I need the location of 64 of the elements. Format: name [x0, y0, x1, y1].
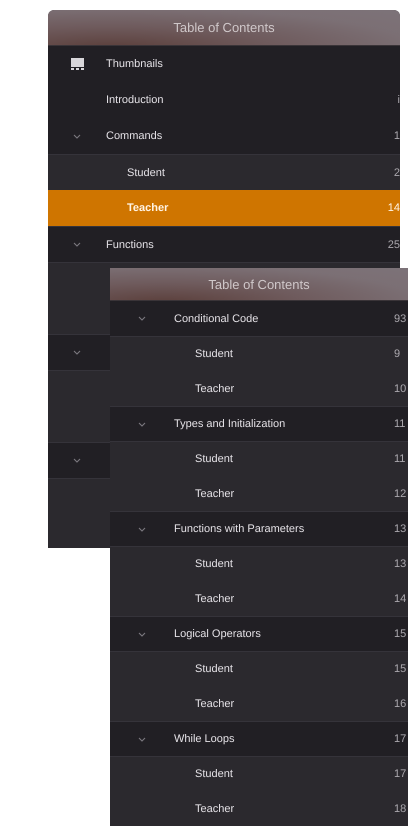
toc-title: Student	[194, 768, 234, 780]
toc-title: Teacher	[194, 802, 236, 814]
toc-title: Functions	[106, 238, 155, 250]
toc-title: Student	[126, 166, 166, 178]
page-number: 2	[392, 166, 400, 178]
page-number: 17	[394, 733, 408, 745]
page-number: 17	[394, 768, 408, 780]
page-number: 15	[394, 628, 408, 640]
page-number: 1	[392, 130, 400, 142]
page-number: 14	[394, 592, 408, 604]
toc-title: Student	[194, 348, 234, 360]
toc-title: Teacher	[194, 382, 236, 394]
chevron-icon[interactable]	[73, 242, 81, 247]
toc-title: Logical Operators	[174, 628, 262, 640]
toc-title: Commands	[106, 130, 164, 142]
toc-title: Teacher	[126, 202, 170, 214]
panel-title: Table of Contents	[208, 276, 310, 292]
toc-title: Student	[194, 663, 234, 675]
page-number: 12	[394, 488, 408, 500]
page-number: 15	[394, 663, 408, 675]
toc-title: Student	[194, 558, 234, 570]
page-number: 11	[394, 453, 406, 465]
toc-title: Thumbnails	[106, 58, 164, 70]
chevron-icon[interactable]	[73, 350, 81, 355]
toc-title: Student	[194, 453, 234, 465]
toc-title: Teacher	[194, 592, 236, 604]
toc-row[interactable]: Student 9	[110, 336, 408, 371]
toc-row[interactable]: Teacher 16	[110, 686, 408, 721]
toc-row[interactable]: Teacher 10	[110, 371, 408, 406]
page-number: 13	[394, 523, 408, 535]
page-number: 18	[394, 802, 408, 814]
toc-title: Conditional Code	[174, 312, 260, 324]
toc-title: Types and Initialization	[174, 418, 286, 430]
toc-title: Teacher	[194, 698, 236, 710]
chevron-icon[interactable]	[138, 632, 146, 636]
toc-title: Introduction	[106, 94, 164, 106]
chevron-icon[interactable]	[138, 526, 146, 532]
toc-row[interactable]: Student 11	[110, 441, 408, 476]
chevron-icon[interactable]	[138, 736, 146, 742]
page-number: 93	[394, 312, 408, 324]
toc-title: Teacher	[194, 488, 236, 500]
toc-title: While Loops	[174, 733, 236, 745]
page-number: 16	[394, 698, 408, 710]
page-number: i	[396, 94, 400, 106]
toc-row[interactable]: Teacher 18	[110, 791, 408, 826]
page-number: 11	[394, 418, 406, 430]
thumbnails-icon	[70, 58, 84, 70]
toc-row[interactable]: Teacher 12	[110, 476, 408, 511]
toc-row[interactable]: Student 2	[48, 154, 400, 190]
page-number: 9	[394, 348, 402, 360]
panel-title: Table of Contents	[173, 20, 275, 35]
toc-row[interactable]: Student 15	[110, 651, 408, 686]
chevron-icon[interactable]	[73, 134, 81, 138]
chevron-icon[interactable]	[73, 458, 81, 463]
toc-title: Functions with Parameters	[174, 523, 306, 535]
page-number: 10	[394, 382, 408, 394]
toc-row[interactable]: Student 13	[110, 546, 408, 581]
page-number: 14	[386, 202, 400, 214]
toc-row[interactable]: Student 17	[110, 756, 408, 791]
page-number: 25	[386, 238, 400, 250]
chevron-icon[interactable]	[138, 422, 146, 426]
toc-row[interactable]: Teacher 14	[110, 581, 408, 616]
chevron-icon[interactable]	[138, 316, 146, 321]
page-number: 13	[394, 558, 408, 570]
